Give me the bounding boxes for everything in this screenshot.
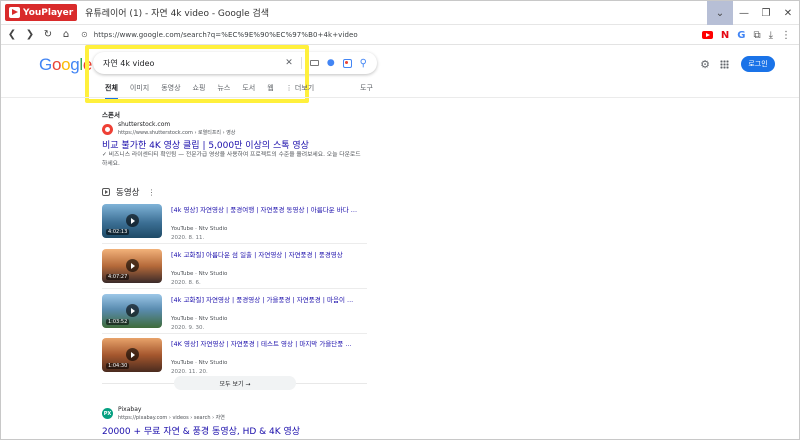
video-divider (102, 243, 367, 244)
site-info-icon[interactable]: ⊙ (81, 30, 88, 39)
search-divider (300, 57, 302, 69)
maximize-button[interactable]: ❐ (755, 1, 777, 25)
video-divider (102, 288, 367, 289)
search-icon[interactable]: ⚲ (360, 58, 367, 69)
video-title-link[interactable]: [4k 고화질] 아름다운 섬 일출 | 자연영상 | 자연풍경 | 풍경영상 (171, 249, 371, 259)
window-controls: ⌄ — ❐ ✕ (707, 1, 799, 25)
screen-capture-icon[interactable]: ⧉ (753, 30, 760, 41)
play-icon (126, 304, 139, 317)
close-button[interactable]: ✕ (777, 1, 799, 25)
video-title-link[interactable]: [4k 영상] 자연영상 | 풍경여행 | 자연풍경 동영상 | 아름다운 바다… (171, 204, 371, 214)
result-site-name[interactable]: Pixabay (118, 406, 141, 413)
menu-icon[interactable]: ⋮ (781, 30, 791, 41)
home-icon[interactable]: ⌂ (59, 29, 73, 40)
more-options-icon[interactable]: ⋮ (147, 188, 155, 197)
logo-letter: o (51, 55, 62, 74)
search-input[interactable]: 자연 4k video (103, 58, 285, 69)
search-box[interactable]: 자연 4k video ✕ ● ⚲ (93, 52, 377, 74)
see-all-button[interactable]: 모두 보기 → (174, 376, 296, 390)
video-thumbnail[interactable]: 1:04:30 (102, 338, 162, 372)
header-right: ⚙ 로그인 (700, 55, 799, 73)
video-duration: 1:04:30 (106, 363, 130, 369)
play-logo-icon (9, 7, 20, 18)
tabs-divider (1, 97, 799, 98)
ad-description: ✓ 비즈니스 라이센티티 확인됨 — 전문가급 영상을 사용하여 프로젝트의 수… (102, 152, 361, 167)
url-field[interactable]: https://www.google.com/search?q=%EC%9E%9… (94, 31, 358, 39)
video-date: 2020. 11. 20. (171, 369, 208, 375)
apps-grid-icon[interactable] (720, 59, 729, 69)
result-title-link[interactable]: 20000 + 무료 자연 & 풍경 동영상, HD & 4K 영상 (102, 424, 300, 437)
play-icon (126, 348, 139, 361)
ad-title-link[interactable]: 비교 불가한 4K 영상 클립 | 5,000만 이상의 스톡 영상 (102, 138, 309, 151)
logo-letter: G (39, 55, 52, 74)
video-item[interactable]: 1:03:52 [4k 고화질] 자연영상 | 풍경영상 | 가을풍경 | 자연… (102, 294, 367, 334)
youtube-extension-icon[interactable] (701, 31, 713, 39)
gear-icon[interactable]: ⚙ (700, 58, 710, 71)
browser-window: YouPlayer 유튜레이어 (1) - 자연 4k video - Goog… (0, 0, 800, 440)
video-divider (102, 333, 367, 334)
play-icon (126, 214, 139, 227)
mic-icon[interactable]: ● (327, 58, 335, 68)
extensions-area: N G ⧉ ⤓ ⋮ (701, 25, 791, 45)
logo-letter: o (61, 55, 71, 74)
ad-url[interactable]: https://www.shutterstock.com › 로열티프리 › 영… (118, 129, 235, 136)
logo-letter: e (82, 55, 93, 74)
video-duration: 4:02:13 (106, 229, 130, 235)
video-item[interactable]: 1:04:30 [4K 영상] 자연영상 | 자연풍경 | 테스트 영상 | 마… (102, 338, 367, 378)
keyboard-icon[interactable] (309, 60, 319, 66)
video-title-link[interactable]: [4k 고화질] 자연영상 | 풍경영상 | 가을풍경 | 자연풍경 | 마음이… (171, 294, 371, 304)
video-thumbnail[interactable]: 4:07:27 (102, 249, 162, 283)
download-icon[interactable]: ⤓ (769, 30, 773, 41)
title-bar: YouPlayer 유튜레이어 (1) - 자연 4k video - Goog… (1, 1, 799, 25)
netflix-extension-icon[interactable]: N (721, 30, 729, 41)
back-icon[interactable]: ❮ (5, 29, 19, 40)
video-duration: 4:07:27 (106, 274, 130, 280)
video-date: 2020. 8. 11. (171, 235, 205, 241)
video-source: YouTube · Ntv Studio (171, 360, 228, 366)
result-url[interactable]: https://pixabay.com › videos › search › … (118, 414, 225, 421)
video-title-link[interactable]: [4K 영상] 자연영상 | 자연풍경 | 테스트 영상 | 마지막 가을단풍 … (171, 338, 371, 348)
tools-button[interactable]: 도구 (360, 83, 373, 93)
video-item[interactable]: 4:07:27 [4k 고화질] 아름다운 섬 일출 | 자연영상 | 자연풍경… (102, 249, 367, 289)
video-thumbnail[interactable]: 4:02:13 (102, 204, 162, 238)
video-thumbnail[interactable]: 1:03:52 (102, 294, 162, 328)
minimize-button[interactable]: — (733, 1, 755, 25)
ad-site-name[interactable]: shutterstock.com (118, 121, 170, 128)
sponsored-label: 스폰서 (102, 111, 120, 119)
play-icon (126, 259, 139, 272)
window-title: 유튜레이어 (1) - 자연 4k video - Google 검색 (85, 9, 270, 19)
clear-icon[interactable]: ✕ (285, 58, 293, 68)
dropdown-button[interactable]: ⌄ (707, 1, 733, 25)
google-extension-icon[interactable]: G (737, 30, 745, 41)
login-button[interactable]: 로그인 (741, 56, 775, 72)
video-source: YouTube · Ntv Studio (171, 271, 228, 277)
app-name: YouPlayer (23, 7, 74, 18)
video-source: YouTube · Ntv Studio (171, 316, 228, 322)
video-section-icon (102, 188, 110, 196)
google-logo[interactable]: Google (39, 55, 92, 75)
video-date: 2020. 8. 6. (171, 280, 201, 286)
address-bar: ❮ ❯ ↻ ⌂ ⊙ https://www.google.com/search?… (1, 25, 799, 45)
videos-header-label: 동영상 (116, 188, 140, 198)
pixabay-favicon-icon: PX (102, 408, 113, 419)
video-duration: 1:03:52 (106, 319, 130, 325)
reload-icon[interactable]: ↻ (41, 29, 55, 40)
app-badge[interactable]: YouPlayer (5, 4, 78, 21)
video-item[interactable]: 4:02:13 [4k 영상] 자연영상 | 풍경여행 | 자연풍경 동영상 |… (102, 204, 367, 244)
videos-header: 동영상 ⋮ (102, 186, 155, 198)
forward-icon[interactable]: ❯ (23, 29, 37, 40)
video-date: 2020. 9. 30. (171, 325, 205, 331)
lens-icon[interactable] (342, 58, 352, 68)
shutterstock-favicon-icon (102, 124, 113, 135)
video-source: YouTube · Ntv Studio (171, 226, 228, 232)
